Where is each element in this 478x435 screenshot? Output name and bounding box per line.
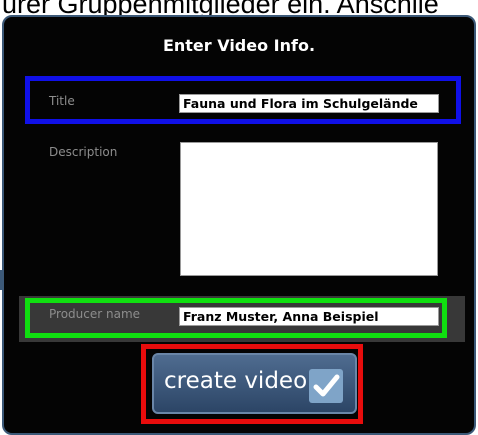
dialog-title: Enter Video Info. [162, 36, 316, 55]
title-label: Title [49, 94, 75, 108]
create-video-label: create video [164, 368, 308, 394]
producer-input[interactable]: Franz Muster, Anna Beispiel [179, 307, 439, 326]
checkmark-icon [309, 369, 343, 403]
create-video-button[interactable]: create video [152, 353, 357, 414]
producer-label: Producer name [49, 307, 141, 321]
description-textarea[interactable] [180, 142, 438, 276]
title-input[interactable]: Fauna und Flora im Schulgelände [179, 94, 439, 113]
dialog-side-tab [0, 270, 4, 290]
description-label: Description [49, 145, 118, 159]
